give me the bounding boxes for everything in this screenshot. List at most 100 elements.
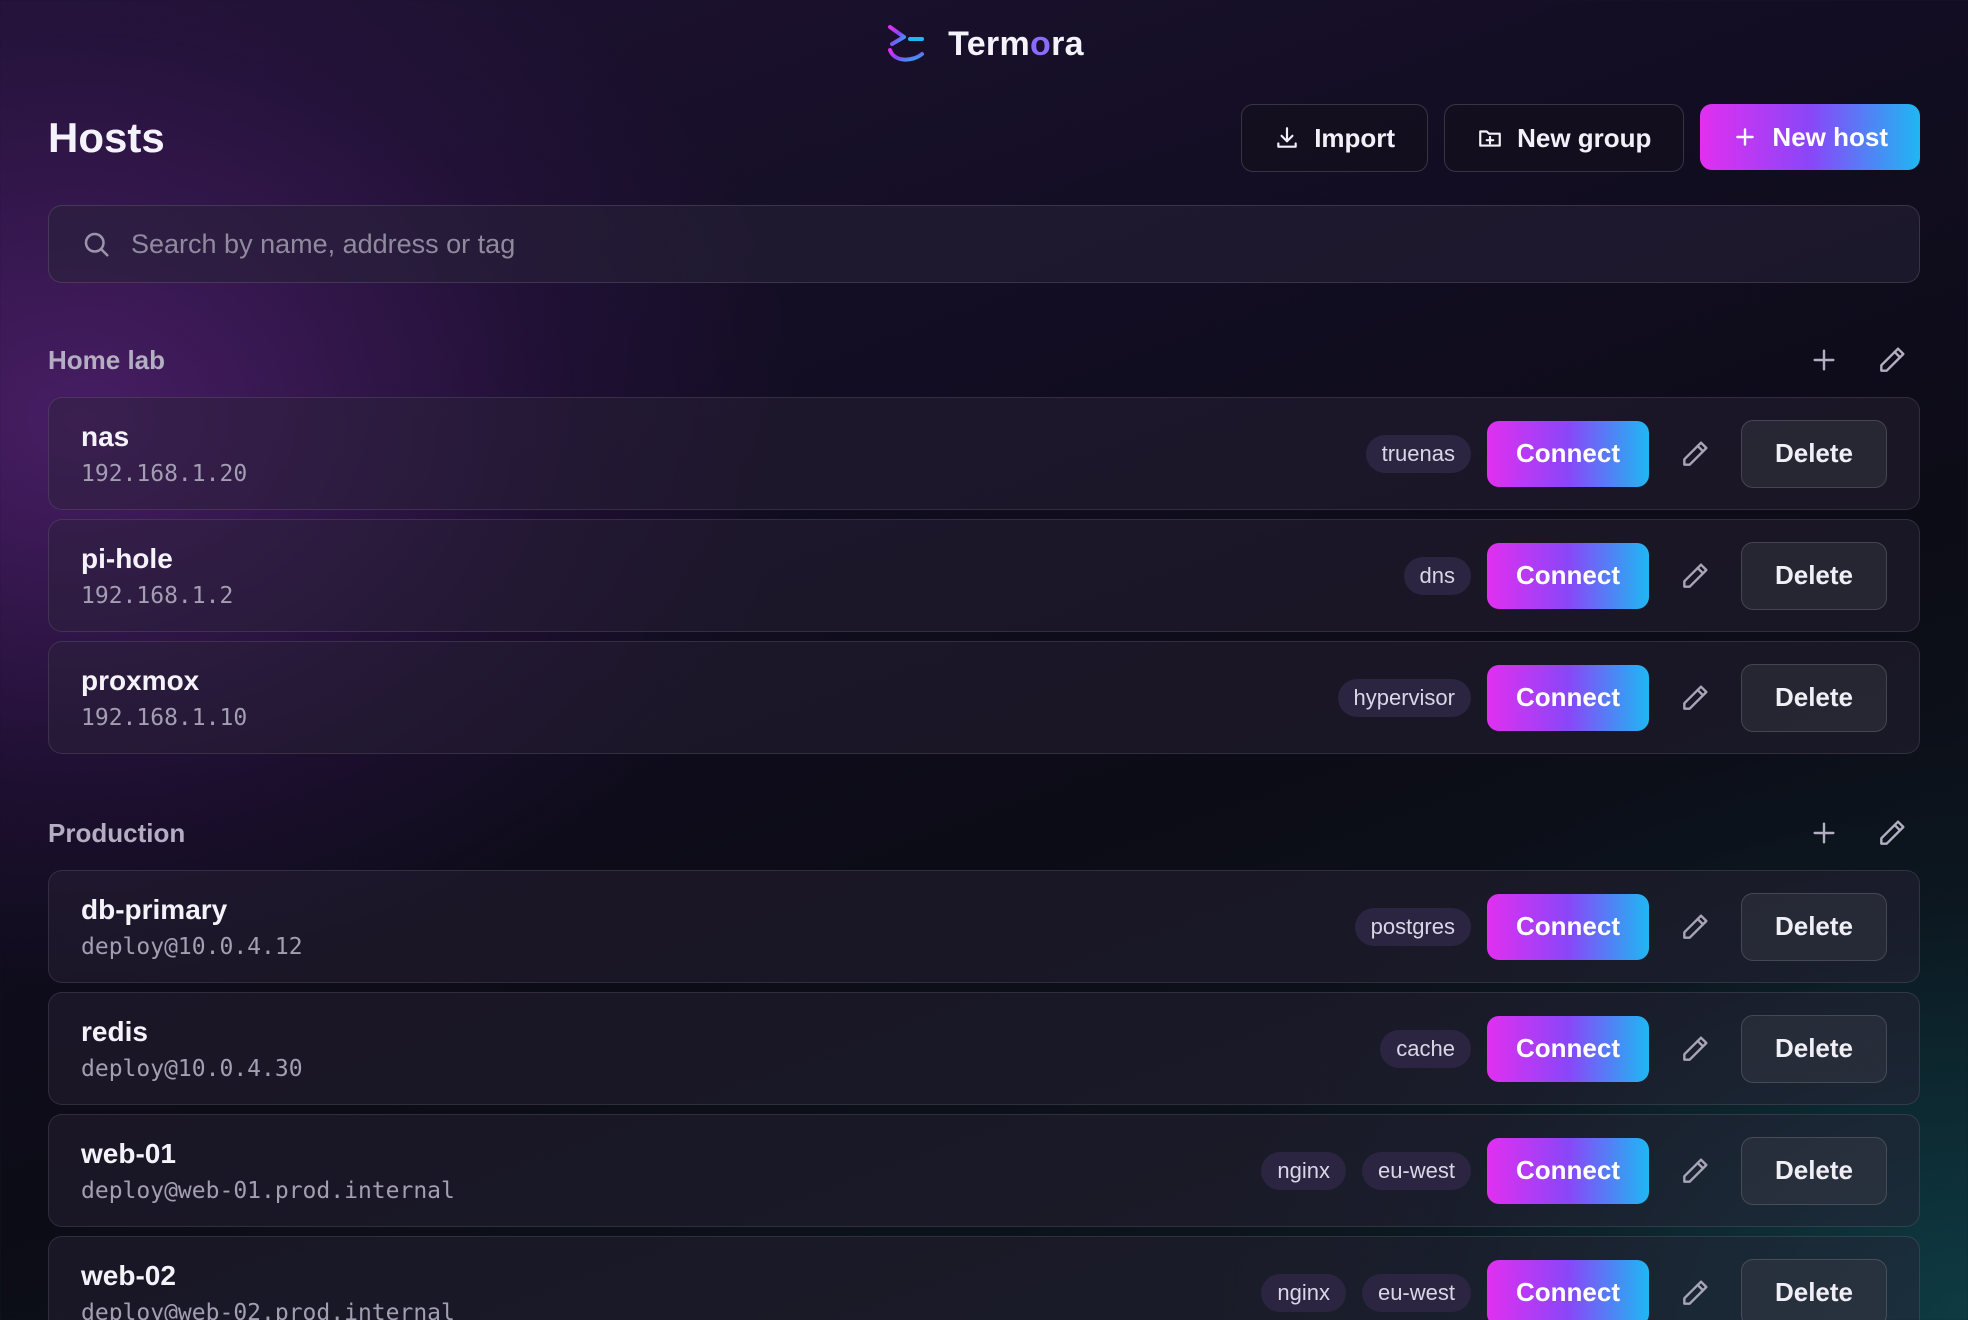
host-group: Home lab nas 192.168.1.20 truenas Connect Del…	[48, 335, 1920, 754]
edit-host-icon[interactable]	[1665, 1019, 1725, 1079]
import-button[interactable]: Import	[1241, 104, 1429, 172]
connect-button[interactable]: Connect	[1487, 1259, 1649, 1320]
host-tags: nginx eu-west	[1261, 1151, 1471, 1190]
host-actions: cache Connect Delete	[1380, 1014, 1887, 1083]
edit-group-icon[interactable]	[1876, 344, 1908, 376]
page-header: Hosts Import New group New host	[48, 104, 1920, 172]
host-row: nas 192.168.1.20 truenas Connect Delete	[48, 397, 1920, 510]
host-name: nas	[81, 420, 130, 452]
host-address: deploy@web-01.prod.internal	[81, 1177, 455, 1204]
host-name: db-primary	[81, 893, 228, 925]
host-actions: postgres Connect Delete	[1354, 892, 1887, 961]
edit-host-icon[interactable]	[1665, 1141, 1725, 1201]
host-tags: postgres	[1354, 907, 1471, 946]
host-info: pi-hole 192.168.1.2	[81, 543, 233, 609]
header-actions: Import New group New host	[1241, 104, 1920, 172]
host-tag: dns	[1403, 556, 1471, 595]
host-info: nas 192.168.1.20	[81, 421, 247, 487]
host-info: redis deploy@10.0.4.30	[81, 1016, 303, 1082]
delete-button[interactable]: Delete	[1741, 1136, 1887, 1205]
host-actions: hypervisor Connect Delete	[1337, 663, 1887, 732]
host-row: web-02 deploy@web-02.prod.internal nginx eu…	[48, 1236, 1920, 1320]
connect-button[interactable]: Connect	[1487, 542, 1649, 609]
host-info: proxmox 192.168.1.10	[81, 665, 247, 731]
add-host-to-group-icon[interactable]	[1808, 817, 1840, 849]
host-address: 192.168.1.2	[81, 582, 234, 609]
delete-button[interactable]: Delete	[1741, 892, 1887, 961]
connect-button[interactable]: Connect	[1487, 1137, 1649, 1204]
group-tools	[1808, 344, 1920, 376]
host-address: 192.168.1.10	[81, 704, 248, 731]
delete-button[interactable]: Delete	[1741, 1014, 1887, 1083]
host-tags: hypervisor	[1337, 678, 1471, 717]
search-bar	[48, 205, 1920, 283]
edit-host-icon[interactable]	[1665, 1263, 1725, 1320]
host-tag: eu-west	[1361, 1151, 1471, 1190]
new-host-label: New host	[1772, 121, 1888, 152]
host-tags: dns	[1403, 556, 1471, 595]
edit-host-icon[interactable]	[1665, 546, 1725, 606]
plus-icon	[1736, 128, 1755, 146]
host-address: deploy@web-02.prod.internal	[81, 1299, 455, 1320]
host-row: web-01 deploy@web-01.prod.internal nginx eu…	[48, 1114, 1920, 1227]
host-group: Production db-primary deploy@10.0.4.12 post…	[48, 808, 1920, 1320]
app-brand-name: Termora	[948, 24, 1084, 63]
new-host-button[interactable]: New host	[1700, 104, 1920, 170]
host-tag: cache	[1380, 1029, 1471, 1068]
edit-host-icon[interactable]	[1665, 668, 1725, 728]
new-group-button[interactable]: New group	[1444, 104, 1685, 172]
group-tools	[1808, 817, 1920, 849]
host-row: redis deploy@10.0.4.30 cache Connect Delete	[48, 992, 1920, 1105]
app-topbar: Termora	[0, 0, 1968, 88]
host-list: db-primary deploy@10.0.4.12 postgres Connec…	[48, 870, 1920, 1320]
host-name: web-01	[81, 1137, 176, 1169]
delete-button[interactable]: Delete	[1741, 419, 1887, 488]
delete-button[interactable]: Delete	[1741, 663, 1887, 732]
connect-button[interactable]: Connect	[1487, 893, 1649, 960]
host-info: web-02 deploy@web-02.prod.internal	[81, 1260, 455, 1320]
group-title: Production	[48, 817, 186, 848]
host-tags: truenas	[1365, 434, 1471, 473]
group-title: Home lab	[48, 344, 166, 375]
edit-host-icon[interactable]	[1665, 897, 1725, 957]
host-tag: truenas	[1365, 434, 1471, 473]
connect-button[interactable]: Connect	[1487, 1015, 1649, 1082]
host-row: proxmox 192.168.1.10 hypervisor Connect Dele…	[48, 641, 1920, 754]
host-name: redis	[81, 1015, 148, 1047]
add-host-to-group-icon[interactable]	[1808, 344, 1840, 376]
host-tag: nginx	[1261, 1273, 1346, 1312]
host-name: proxmox	[81, 664, 200, 696]
delete-button[interactable]: Delete	[1741, 541, 1887, 610]
download-icon	[1277, 127, 1297, 148]
folder-plus-icon	[1479, 130, 1501, 147]
import-label: Import	[1314, 122, 1396, 153]
host-name: web-02	[81, 1259, 176, 1291]
group-header: Home lab	[48, 335, 1920, 385]
page-title: Hosts	[48, 114, 165, 161]
edit-host-icon[interactable]	[1665, 424, 1725, 484]
host-name: pi-hole	[81, 542, 173, 574]
host-tags: cache	[1380, 1029, 1471, 1068]
search-icon	[84, 232, 109, 257]
host-row: db-primary deploy@10.0.4.12 postgres Connec…	[48, 870, 1920, 983]
edit-group-icon[interactable]	[1876, 817, 1908, 849]
host-actions: nginx eu-west Connect Delete	[1261, 1136, 1887, 1205]
search-input[interactable]	[131, 228, 1887, 260]
host-tag: nginx	[1261, 1151, 1346, 1190]
host-info: db-primary deploy@10.0.4.12	[81, 894, 303, 960]
host-address: 192.168.1.20	[81, 460, 248, 487]
host-tag: postgres	[1354, 907, 1471, 946]
connect-button[interactable]: Connect	[1487, 420, 1649, 487]
host-actions: nginx eu-west Connect Delete	[1261, 1258, 1887, 1320]
delete-button[interactable]: Delete	[1741, 1258, 1887, 1320]
host-row: pi-hole 192.168.1.2 dns Connect Delete	[48, 519, 1920, 632]
host-list: nas 192.168.1.20 truenas Connect Delete pi-ho…	[48, 397, 1920, 754]
host-actions: truenas Connect Delete	[1365, 419, 1887, 488]
host-tag: eu-west	[1361, 1273, 1471, 1312]
group-header: Production	[48, 808, 1920, 858]
connect-button[interactable]: Connect	[1487, 664, 1649, 731]
host-tags: nginx eu-west	[1261, 1273, 1471, 1312]
host-address: deploy@10.0.4.12	[81, 933, 303, 960]
host-address: deploy@10.0.4.30	[81, 1055, 303, 1082]
termora-logo-icon	[888, 25, 925, 62]
